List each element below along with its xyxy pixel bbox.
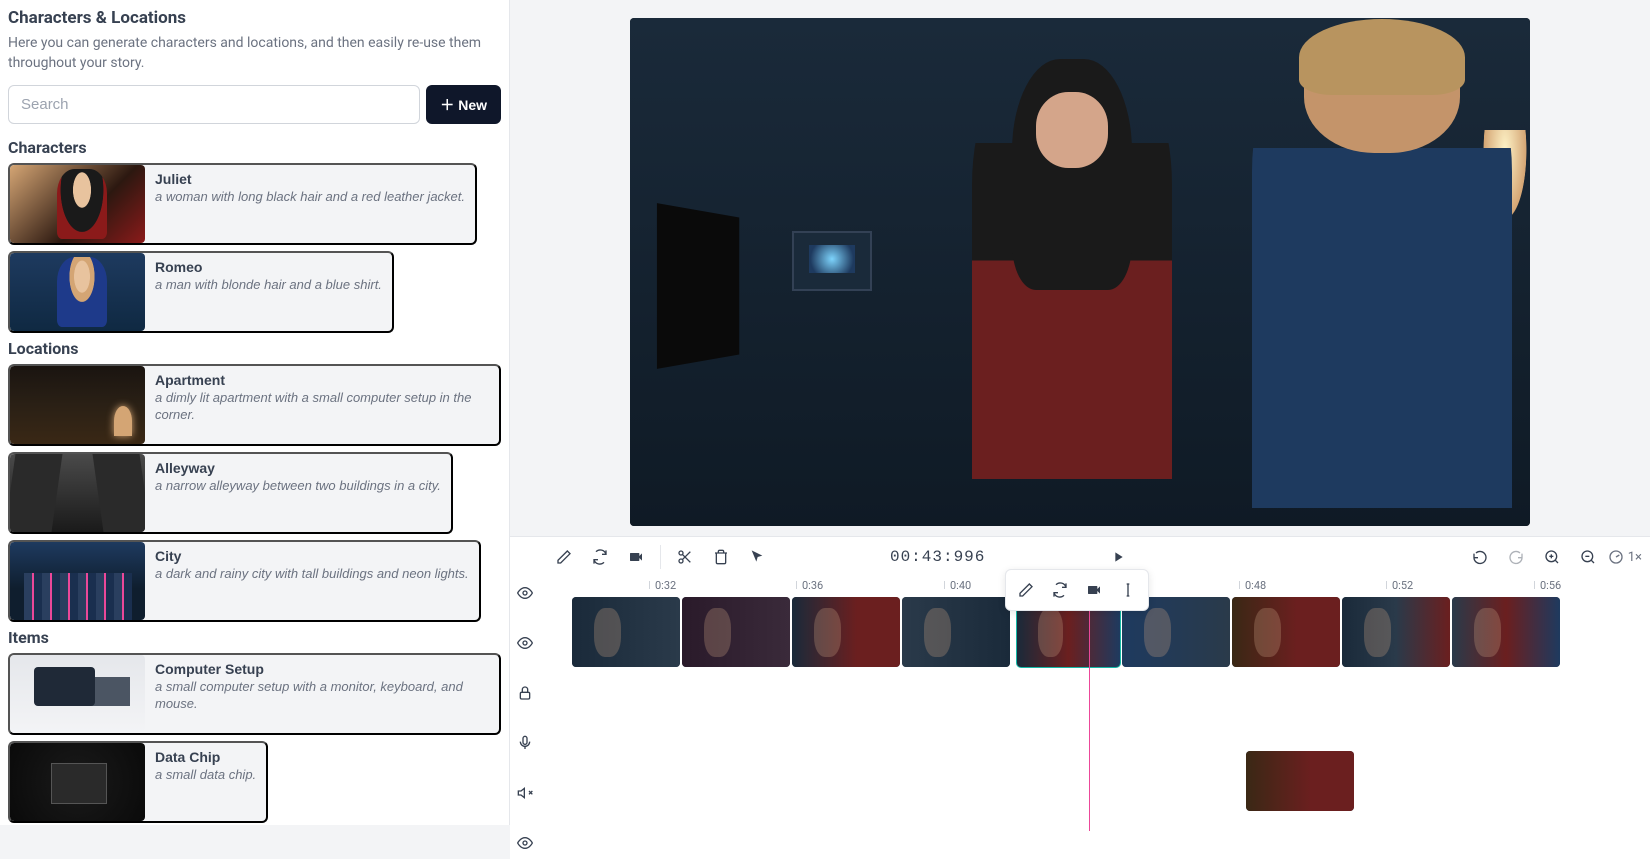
video-clip[interactable] <box>792 597 900 667</box>
sidebar-title: Characters & Locations <box>8 8 501 28</box>
track-visibility-2-icon[interactable] <box>509 627 541 659</box>
card-desc: a small data chip. <box>155 767 256 784</box>
playback-speed[interactable]: 1× <box>1608 549 1642 565</box>
location-thumb <box>10 542 145 620</box>
track-mute-icon[interactable] <box>509 777 541 809</box>
card-desc: a narrow alleyway between two buildings … <box>155 478 441 495</box>
zoom-in-icon[interactable] <box>1536 541 1568 573</box>
card-desc: a dark and rainy city with tall building… <box>155 566 469 583</box>
character-card-romeo[interactable]: Romeo a man with blonde hair and a blue … <box>8 251 394 333</box>
card-desc: a woman with long black hair and a red l… <box>155 189 465 206</box>
clip-float-toolbar <box>1005 569 1149 611</box>
ruler-tick: 0:48 <box>1245 579 1266 592</box>
track-lock-icon[interactable] <box>509 677 541 709</box>
location-card-alleyway[interactable]: Alleyway a narrow alleyway between two b… <box>8 452 453 534</box>
section-characters: Characters <box>8 138 501 157</box>
video-clip[interactable] <box>1452 597 1560 667</box>
playhead[interactable] <box>1089 597 1090 831</box>
location-card-city[interactable]: City a dark and rainy city with tall bui… <box>8 540 481 622</box>
current-time: 00:43:996 <box>777 548 1098 566</box>
timeline: 00:43:996 1× 0:320:360:400:440:480:520:5… <box>510 536 1650 859</box>
ruler-tick: 0:32 <box>655 579 676 592</box>
clip-edit-icon[interactable] <box>1010 574 1042 606</box>
video-preview[interactable] <box>630 18 1530 526</box>
zoom-out-icon[interactable] <box>1572 541 1604 573</box>
video-clip[interactable] <box>1342 597 1450 667</box>
cut-icon[interactable] <box>669 541 701 573</box>
ruler-tick: 0:56 <box>1540 579 1561 592</box>
item-card-chip[interactable]: Data Chip a small data chip. <box>8 741 268 823</box>
location-thumb <box>10 366 145 444</box>
camera-icon[interactable] <box>620 541 652 573</box>
card-desc: a dimly lit apartment with a small compu… <box>155 390 489 424</box>
video-clip[interactable] <box>572 597 680 667</box>
video-clip[interactable] <box>902 597 1010 667</box>
ruler-tick: 0:52 <box>1392 579 1413 592</box>
item-card-computer[interactable]: Computer Setup a small computer setup wi… <box>8 653 501 735</box>
audio-track[interactable] <box>540 747 1650 819</box>
character-thumb <box>10 253 145 331</box>
overlay-track-1[interactable] <box>540 671 1650 707</box>
main-area: 00:43:996 1× 0:320:360:400:440:480:520:5… <box>510 0 1650 825</box>
section-locations: Locations <box>8 339 501 358</box>
card-desc: a small computer setup with a monitor, k… <box>155 679 489 713</box>
character-card-juliet[interactable]: Juliet a woman with long black hair and … <box>8 163 477 245</box>
card-title: Apartment <box>155 372 489 388</box>
redo-icon[interactable] <box>1500 541 1532 573</box>
new-button-label: New <box>458 97 487 113</box>
clip-camera-icon[interactable] <box>1078 574 1110 606</box>
card-title: Alleyway <box>155 460 441 476</box>
location-thumb <box>10 454 145 532</box>
section-items: Items <box>8 628 501 647</box>
location-card-apartment[interactable]: Apartment a dimly lit apartment with a s… <box>8 364 501 446</box>
plus-icon: ＋ <box>440 95 454 115</box>
card-title: Romeo <box>155 259 382 275</box>
overlay-track-2[interactable] <box>540 709 1650 745</box>
video-clip[interactable] <box>1232 597 1340 667</box>
edit-icon[interactable] <box>548 541 580 573</box>
regenerate-icon[interactable] <box>584 541 616 573</box>
track-visibility-1-icon[interactable] <box>509 577 541 609</box>
track-mic-icon[interactable] <box>509 727 541 759</box>
card-desc: a man with blonde hair and a blue shirt. <box>155 277 382 294</box>
item-thumb <box>10 655 145 733</box>
card-title: Computer Setup <box>155 661 489 677</box>
trash-icon[interactable] <box>705 541 737 573</box>
character-thumb <box>10 165 145 243</box>
card-title: Data Chip <box>155 749 256 765</box>
audio-clip[interactable] <box>1246 751 1354 811</box>
undo-icon[interactable] <box>1464 541 1496 573</box>
card-title: City <box>155 548 469 564</box>
item-thumb <box>10 743 145 821</box>
sidebar: Characters & Locations Here you can gene… <box>0 0 510 825</box>
ruler-tick: 0:36 <box>802 579 823 592</box>
search-input[interactable] <box>8 85 420 124</box>
video-clip[interactable] <box>682 597 790 667</box>
clip-text-cursor-icon[interactable] <box>1112 574 1144 606</box>
timeline-lanes[interactable] <box>540 597 1650 831</box>
track-visibility-3-icon[interactable] <box>509 827 541 859</box>
pointer-icon[interactable] <box>741 541 773 573</box>
ruler-tick: 0:40 <box>950 579 971 592</box>
clip-regenerate-icon[interactable] <box>1044 574 1076 606</box>
sidebar-description: Here you can generate characters and loc… <box>8 34 501 73</box>
new-button[interactable]: ＋ New <box>426 85 501 124</box>
card-title: Juliet <box>155 171 465 187</box>
